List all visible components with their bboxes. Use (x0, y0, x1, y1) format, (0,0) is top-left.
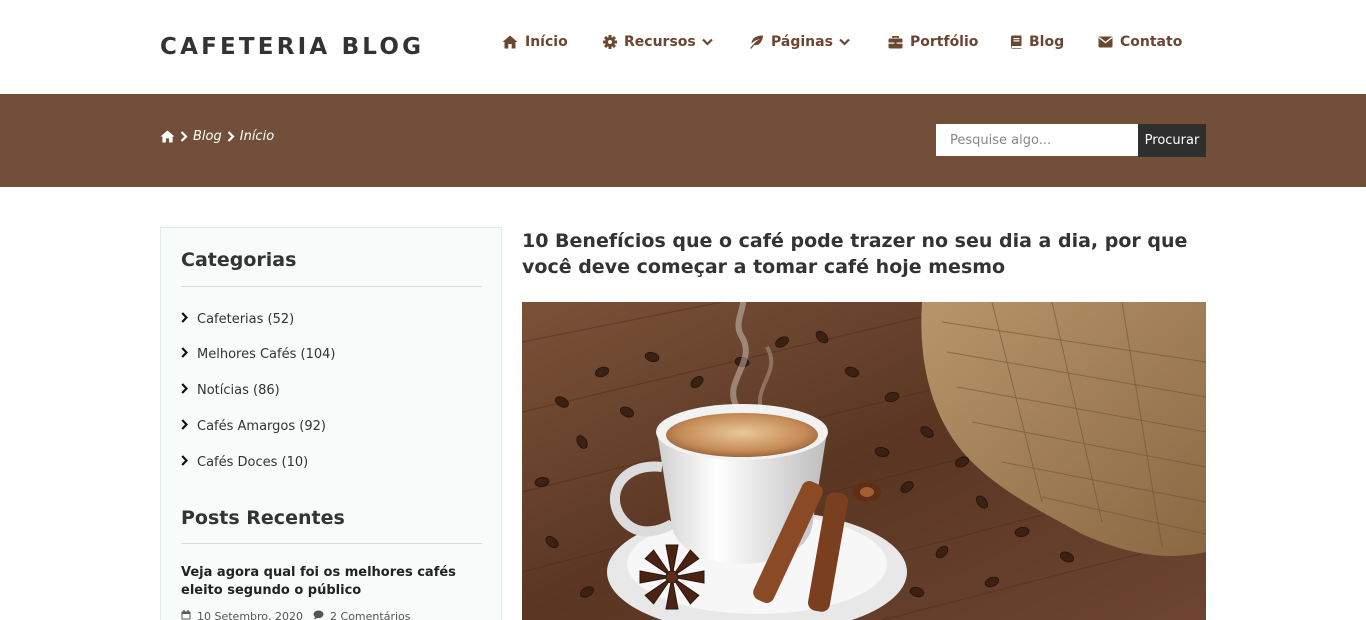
breadcrumb-item-inicio: Início (239, 129, 275, 144)
chevron-down-icon (701, 38, 713, 46)
search-button[interactable]: Procurar (1138, 124, 1206, 157)
recent-posts-heading: Posts Recentes (181, 507, 345, 529)
breadcrumb: Blog Início (160, 129, 274, 144)
nav-item-blog[interactable]: Blog (1010, 34, 1064, 50)
book-icon (1010, 35, 1022, 49)
category-label: Notícias (86) (197, 383, 280, 398)
coffee-cup-photo[interactable] (522, 302, 1206, 620)
category-item[interactable]: Cafés Doces (10) (181, 455, 308, 470)
sidebar: Categorias Cafeterias (52) Melhores Café… (160, 227, 502, 620)
nav-label: Blog (1029, 34, 1065, 50)
nav-item-inicio[interactable]: Início (502, 34, 568, 50)
chevron-right-icon (181, 383, 189, 398)
chevron-right-icon (180, 131, 188, 142)
category-item[interactable]: Cafeterias (52) (181, 312, 294, 327)
category-label: Cafeterias (52) (197, 312, 295, 327)
search-form: Procurar (936, 124, 1206, 157)
page-banner: Blog Início Procurar (0, 94, 1366, 187)
nav-label: Páginas (771, 34, 833, 50)
nav-item-contato[interactable]: Contato (1098, 34, 1182, 50)
breadcrumb-item-blog[interactable]: Blog (193, 129, 222, 144)
category-label: Melhores Cafés (104) (197, 347, 336, 362)
chevron-right-icon (227, 131, 235, 142)
leaf-icon (749, 35, 764, 49)
chevron-right-icon (181, 347, 189, 362)
home-icon (502, 35, 518, 49)
divider (181, 286, 482, 287)
category-label: Cafés Doces (10) (197, 455, 309, 470)
chevron-right-icon (181, 312, 189, 327)
divider (181, 543, 482, 544)
chevron-right-icon (181, 419, 189, 434)
categories-heading: Categorias (181, 249, 297, 271)
calendar-icon (181, 610, 191, 620)
recent-post-date: 10 Setembro, 2020 (197, 610, 304, 620)
category-item[interactable]: Notícias (86) (181, 383, 280, 398)
comment-icon (313, 610, 324, 620)
gear-icon (603, 35, 617, 49)
post-title[interactable]: 10 Benefícios que o café pode trazer no … (522, 228, 1212, 280)
envelope-icon (1098, 36, 1113, 48)
nav-item-portfolio[interactable]: Portfólio (888, 34, 978, 50)
chevron-down-icon (839, 38, 850, 46)
chevron-right-icon (181, 455, 189, 470)
category-item[interactable]: Cafés Amargos (92) (181, 419, 326, 434)
site-header: CAFETERIA BLOG Início Recursos Páginas P… (0, 0, 1366, 94)
nav-item-recursos[interactable]: Recursos (603, 34, 713, 50)
site-logo[interactable]: CAFETERIA BLOG (160, 34, 424, 60)
nav-item-paginas[interactable]: Páginas (749, 34, 850, 50)
category-label: Cafés Amargos (92) (197, 419, 326, 434)
nav-label: Portfólio (910, 34, 979, 50)
nav-label: Recursos (624, 34, 696, 50)
home-icon[interactable] (160, 130, 175, 143)
nav-label: Contato (1120, 34, 1183, 50)
nav-label: Início (525, 34, 568, 50)
recent-post-meta: 10 Setembro, 2020 2 Comentários (181, 610, 411, 620)
briefcase-icon (888, 35, 903, 49)
recent-post-comments: 2 Comentários (330, 610, 411, 620)
search-input[interactable] (936, 124, 1138, 156)
category-item[interactable]: Melhores Cafés (104) (181, 347, 335, 362)
recent-post-title[interactable]: Veja agora qual foi os melhores cafés el… (181, 564, 471, 600)
